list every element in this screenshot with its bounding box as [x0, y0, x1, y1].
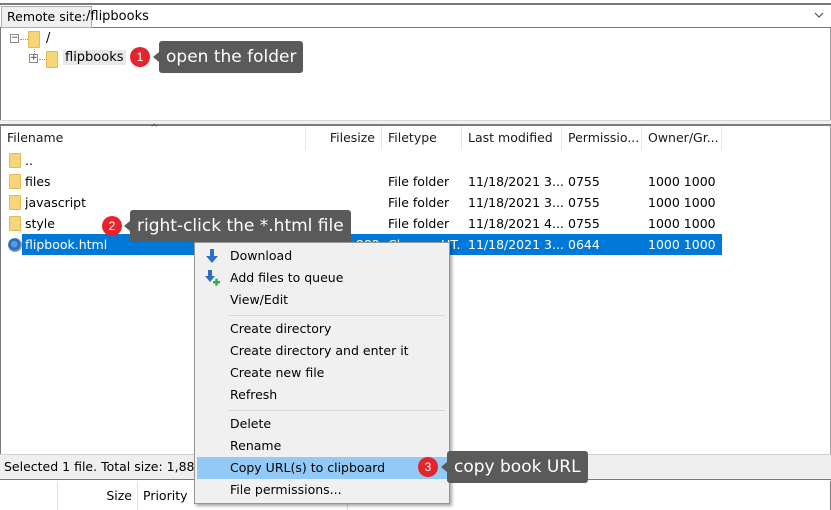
menu-item-label: Delete — [230, 416, 272, 431]
file-permissions: 0755 — [568, 216, 600, 231]
file-type: File folder — [388, 195, 450, 210]
callout-open-folder: open the folder — [152, 41, 304, 73]
menu-item-download[interactable]: Download — [197, 245, 447, 267]
file-permissions: 0755 — [568, 174, 600, 189]
step-badge-1: 1 — [130, 47, 150, 67]
menu-item-create-new-file[interactable]: Create new file — [197, 362, 447, 384]
menu-item-label: Rename — [230, 438, 282, 453]
column-header-size[interactable]: Size — [58, 481, 138, 510]
column-header-server-local[interactable] — [0, 481, 58, 510]
menu-item-label: File permissions... — [230, 482, 342, 497]
file-permissions: 0644 — [568, 237, 600, 252]
menu-item-refresh[interactable]: Refresh — [197, 384, 447, 406]
menu-item-label: Add files to queue — [230, 270, 344, 285]
column-header-permissions[interactable]: Permissio... — [562, 126, 642, 150]
step-badge-3: 3 — [418, 457, 438, 477]
file-name: flipbook.html — [25, 237, 108, 252]
file-row[interactable]: files File folder 11/18/2021 3... 0755 1… — [1, 171, 722, 192]
step-badge-2: 2 — [102, 216, 122, 236]
tree-item-root[interactable]: / — [46, 29, 50, 49]
column-header-filetype[interactable]: Filetype — [382, 126, 462, 150]
file-modified: 11/18/2021 3... — [468, 237, 564, 252]
context-menu: Download Add files to queue View/Edit Cr… — [194, 242, 450, 504]
tree-connector — [20, 39, 28, 40]
collapse-icon[interactable]: − — [10, 34, 19, 43]
remote-site-bar: Remote site: /flipbooks — [0, 3, 831, 28]
folder-icon — [28, 31, 40, 48]
column-header-last-modified[interactable]: Last modified — [462, 126, 562, 150]
menu-item-label: Copy URL(s) to clipboard — [230, 460, 386, 475]
menu-item-label: Refresh — [230, 387, 278, 402]
callout-right-click-file: right-click the *.html file — [124, 210, 351, 242]
sort-ascending-icon: ^ — [150, 123, 159, 134]
menu-item-delete[interactable]: Delete — [197, 413, 447, 435]
expand-icon[interactable]: + — [29, 54, 38, 63]
file-owner: 1000 1000 — [648, 216, 716, 231]
file-row-parent[interactable]: .. — [1, 150, 722, 171]
tree-connector — [39, 59, 45, 60]
file-name: .. — [25, 153, 33, 168]
file-modified: 11/18/2021 3... — [468, 195, 564, 210]
remote-site-path-input[interactable]: /flipbooks — [86, 5, 149, 28]
folder-icon — [9, 153, 21, 168]
file-owner: 1000 1000 — [648, 174, 716, 189]
download-icon — [206, 249, 218, 263]
folder-icon — [9, 195, 21, 210]
file-type: File folder — [388, 174, 450, 189]
menu-item-label: Create directory and enter it — [230, 343, 409, 358]
file-name: javascript — [25, 195, 87, 210]
file-type: File folder — [388, 216, 450, 231]
callout-copy-url: copy book URL — [441, 451, 588, 483]
file-owner: 1000 1000 — [648, 195, 716, 210]
menu-item-view-edit[interactable]: View/Edit — [197, 289, 447, 311]
file-name: style — [25, 216, 55, 231]
chevron-down-icon[interactable] — [813, 9, 825, 21]
tree-item-label: flipbooks — [63, 50, 126, 65]
file-name: files — [25, 174, 51, 189]
add-to-queue-icon — [205, 270, 220, 286]
tree-item-flipbooks[interactable]: flipbooks — [63, 48, 126, 68]
menu-separator — [228, 315, 445, 316]
remote-directory-tree: − / + flipbooks — [0, 28, 831, 120]
menu-item-create-directory-enter[interactable]: Create directory and enter it — [197, 340, 447, 362]
menu-item-add-to-queue[interactable]: Add files to queue — [197, 267, 447, 289]
filezilla-window: Remote site: /flipbooks − / + flipbooks … — [0, 0, 831, 510]
file-owner: 1000 1000 — [648, 237, 716, 252]
browser-file-icon — [8, 238, 22, 252]
file-row[interactable]: javascript File folder 11/18/2021 3... 0… — [1, 192, 722, 213]
remote-site-label: Remote site: — [1, 6, 92, 28]
menu-item-create-directory[interactable]: Create directory — [197, 318, 447, 340]
menu-item-copy-url[interactable]: Copy URL(s) to clipboard — [197, 457, 447, 479]
file-modified: 11/18/2021 3... — [468, 174, 564, 189]
folder-icon — [9, 174, 21, 189]
column-header-owner-group[interactable]: Owner/Gr... — [642, 126, 722, 150]
menu-item-file-permissions[interactable]: File permissions... — [197, 479, 447, 501]
menu-item-label: View/Edit — [230, 292, 289, 307]
file-modified: 11/18/2021 4... — [468, 216, 564, 231]
folder-icon — [46, 51, 58, 68]
menu-item-label: Download — [230, 248, 293, 263]
folder-icon — [9, 216, 21, 231]
menu-separator — [228, 410, 445, 411]
menu-item-label: Create directory — [230, 321, 332, 336]
menu-item-label: Create new file — [230, 365, 325, 380]
column-header-filesize[interactable]: Filesize — [306, 126, 382, 150]
menu-item-rename[interactable]: Rename — [197, 435, 447, 457]
file-permissions: 0755 — [568, 195, 600, 210]
